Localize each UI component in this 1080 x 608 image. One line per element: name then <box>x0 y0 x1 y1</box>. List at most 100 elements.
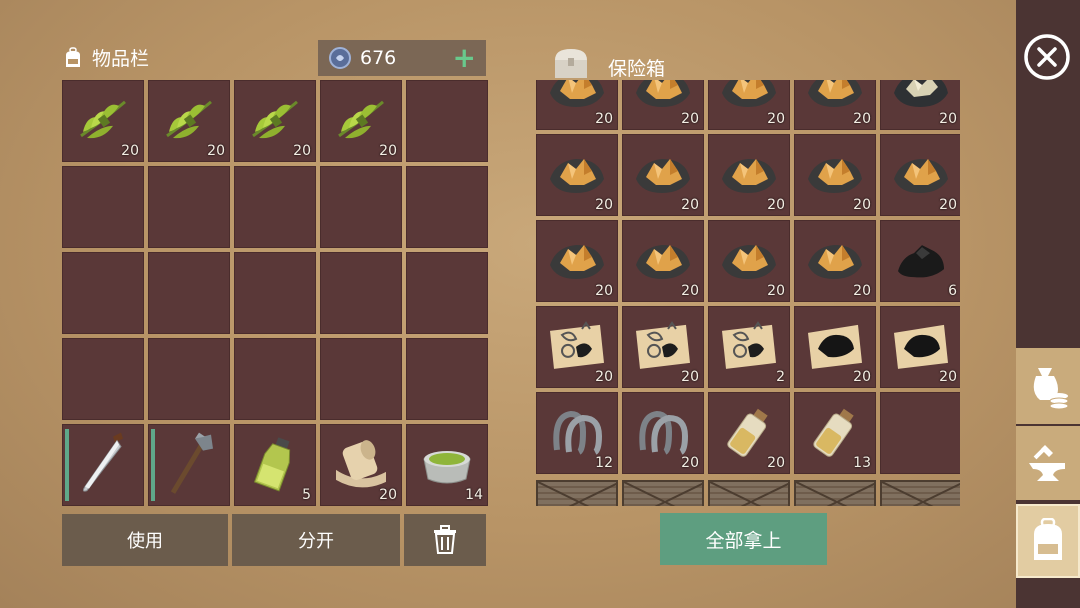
trash-icon <box>434 525 456 554</box>
inventory-slot[interactable]: 20 <box>62 80 144 162</box>
chest-slot[interactable]: 2 <box>708 306 790 388</box>
inventory-slot[interactable] <box>406 166 488 248</box>
inventory-header: 物品栏 <box>62 44 149 71</box>
close-button[interactable] <box>1022 32 1072 82</box>
inventory-slot[interactable] <box>406 338 488 420</box>
item-count: 2 <box>776 369 785 385</box>
inventory-slot[interactable] <box>406 80 488 162</box>
inventory-slot[interactable]: 5 <box>234 424 316 506</box>
item-count: 20 <box>681 455 699 471</box>
close-icon <box>1024 34 1070 80</box>
coin-amount: 676 <box>360 47 397 69</box>
inventory-slot[interactable] <box>62 424 144 506</box>
inventory-slot[interactable]: 20 <box>320 80 402 162</box>
durability-bar <box>151 429 155 501</box>
chest-slot[interactable]: 20 <box>536 220 618 302</box>
chest-slot[interactable]: 20 <box>794 306 876 388</box>
item-count: 20 <box>681 369 699 385</box>
take-all-button[interactable]: 全部拿上 <box>660 513 827 565</box>
chest-slot[interactable]: 20 <box>708 220 790 302</box>
chest-slot[interactable]: 20 <box>622 220 704 302</box>
chest-slot[interactable]: 13 <box>794 392 876 474</box>
locked-slot <box>794 480 876 506</box>
item-count: 20 <box>595 283 613 299</box>
sidebar-trade-tab[interactable] <box>1016 348 1080 424</box>
item-count: 20 <box>207 143 225 159</box>
chest-slot[interactable]: 20 <box>622 80 704 130</box>
inventory-slot[interactable] <box>320 338 402 420</box>
item-count: 20 <box>379 143 397 159</box>
inventory-slot[interactable]: 20 <box>234 80 316 162</box>
item-count: 20 <box>939 369 957 385</box>
item-count: 20 <box>853 197 871 213</box>
chest-header: 保险箱 <box>552 44 665 81</box>
chest-slot[interactable]: 20 <box>794 220 876 302</box>
inventory-slot[interactable] <box>148 338 230 420</box>
item-count: 20 <box>595 197 613 213</box>
inventory-slot[interactable] <box>62 252 144 334</box>
backpack-icon <box>1034 518 1062 560</box>
item-count: 20 <box>767 283 785 299</box>
inventory-slot[interactable] <box>148 424 230 506</box>
anvil-icon <box>1029 445 1065 481</box>
inventory-slot[interactable]: 20 <box>148 80 230 162</box>
chest-slot[interactable]: 20 <box>536 80 618 130</box>
inventory-slot[interactable] <box>406 252 488 334</box>
coin-counter: 676 + <box>318 40 486 76</box>
locked-slot <box>708 480 790 506</box>
chest-grid: 20 20 20 20 20 20 20 20 20 20 20 20 20 20 6 20 20 2 20 20 12… <box>536 80 960 474</box>
item-count: 20 <box>939 197 957 213</box>
add-coins-button[interactable]: + <box>453 44 476 72</box>
chest-scroll-area[interactable]: 20 20 20 20 20 20 20 20 20 20 20 20 20 20 6 20 20 2 20 20 12… <box>536 80 960 506</box>
inventory-slot[interactable] <box>234 166 316 248</box>
chest-slot[interactable]: 20 <box>622 134 704 216</box>
locked-slots-row <box>536 480 960 506</box>
inventory-slot[interactable] <box>234 252 316 334</box>
sidebar-inventory-tab[interactable] <box>1016 504 1080 578</box>
chest-slot[interactable] <box>880 392 960 474</box>
chest-slot[interactable]: 20 <box>622 392 704 474</box>
chest-slot[interactable]: 20 <box>536 134 618 216</box>
chest-slot[interactable]: 20 <box>794 80 876 130</box>
chest-slot[interactable]: 20 <box>536 306 618 388</box>
inventory-slot[interactable] <box>234 338 316 420</box>
use-button[interactable]: 使用 <box>62 514 228 566</box>
item-count: 20 <box>853 283 871 299</box>
item-count: 20 <box>767 111 785 127</box>
item-count: 20 <box>681 111 699 127</box>
split-button[interactable]: 分开 <box>232 514 400 566</box>
chest-slot[interactable]: 20 <box>708 134 790 216</box>
item-count: 20 <box>681 283 699 299</box>
inventory-slot[interactable]: 20 <box>320 424 402 506</box>
delete-button[interactable] <box>404 514 486 566</box>
chest-slot[interactable]: 12 <box>536 392 618 474</box>
item-count: 20 <box>939 111 957 127</box>
chest-slot[interactable]: 20 <box>708 392 790 474</box>
inventory-slot[interactable] <box>62 338 144 420</box>
chest-slot[interactable]: 6 <box>880 220 960 302</box>
item-count: 20 <box>379 487 397 503</box>
chest-slot[interactable]: 20 <box>622 306 704 388</box>
chest-slot[interactable]: 20 <box>708 80 790 130</box>
inventory-slot[interactable] <box>148 252 230 334</box>
inventory-slot[interactable]: 14 <box>406 424 488 506</box>
chest-slot[interactable]: 20 <box>880 80 960 130</box>
item-count: 20 <box>681 197 699 213</box>
chest-slot[interactable]: 20 <box>794 134 876 216</box>
inventory-slot[interactable] <box>62 166 144 248</box>
chest-slot[interactable]: 20 <box>880 134 960 216</box>
durability-bar <box>65 429 69 501</box>
inventory-slot[interactable] <box>320 252 402 334</box>
inventory-slot[interactable] <box>148 166 230 248</box>
sidebar-craft-tab[interactable] <box>1016 426 1080 500</box>
inventory-slot[interactable] <box>320 166 402 248</box>
item-count: 20 <box>121 143 139 159</box>
item-count: 20 <box>767 455 785 471</box>
inventory-grid: 20 20 20 20 5 20 14 <box>62 80 488 506</box>
money-bag-icon <box>1033 368 1069 410</box>
item-count: 14 <box>465 487 483 503</box>
item-count: 12 <box>595 455 613 471</box>
chest-slot[interactable]: 20 <box>880 306 960 388</box>
item-count: 5 <box>302 487 311 503</box>
chest-icon <box>555 48 587 78</box>
